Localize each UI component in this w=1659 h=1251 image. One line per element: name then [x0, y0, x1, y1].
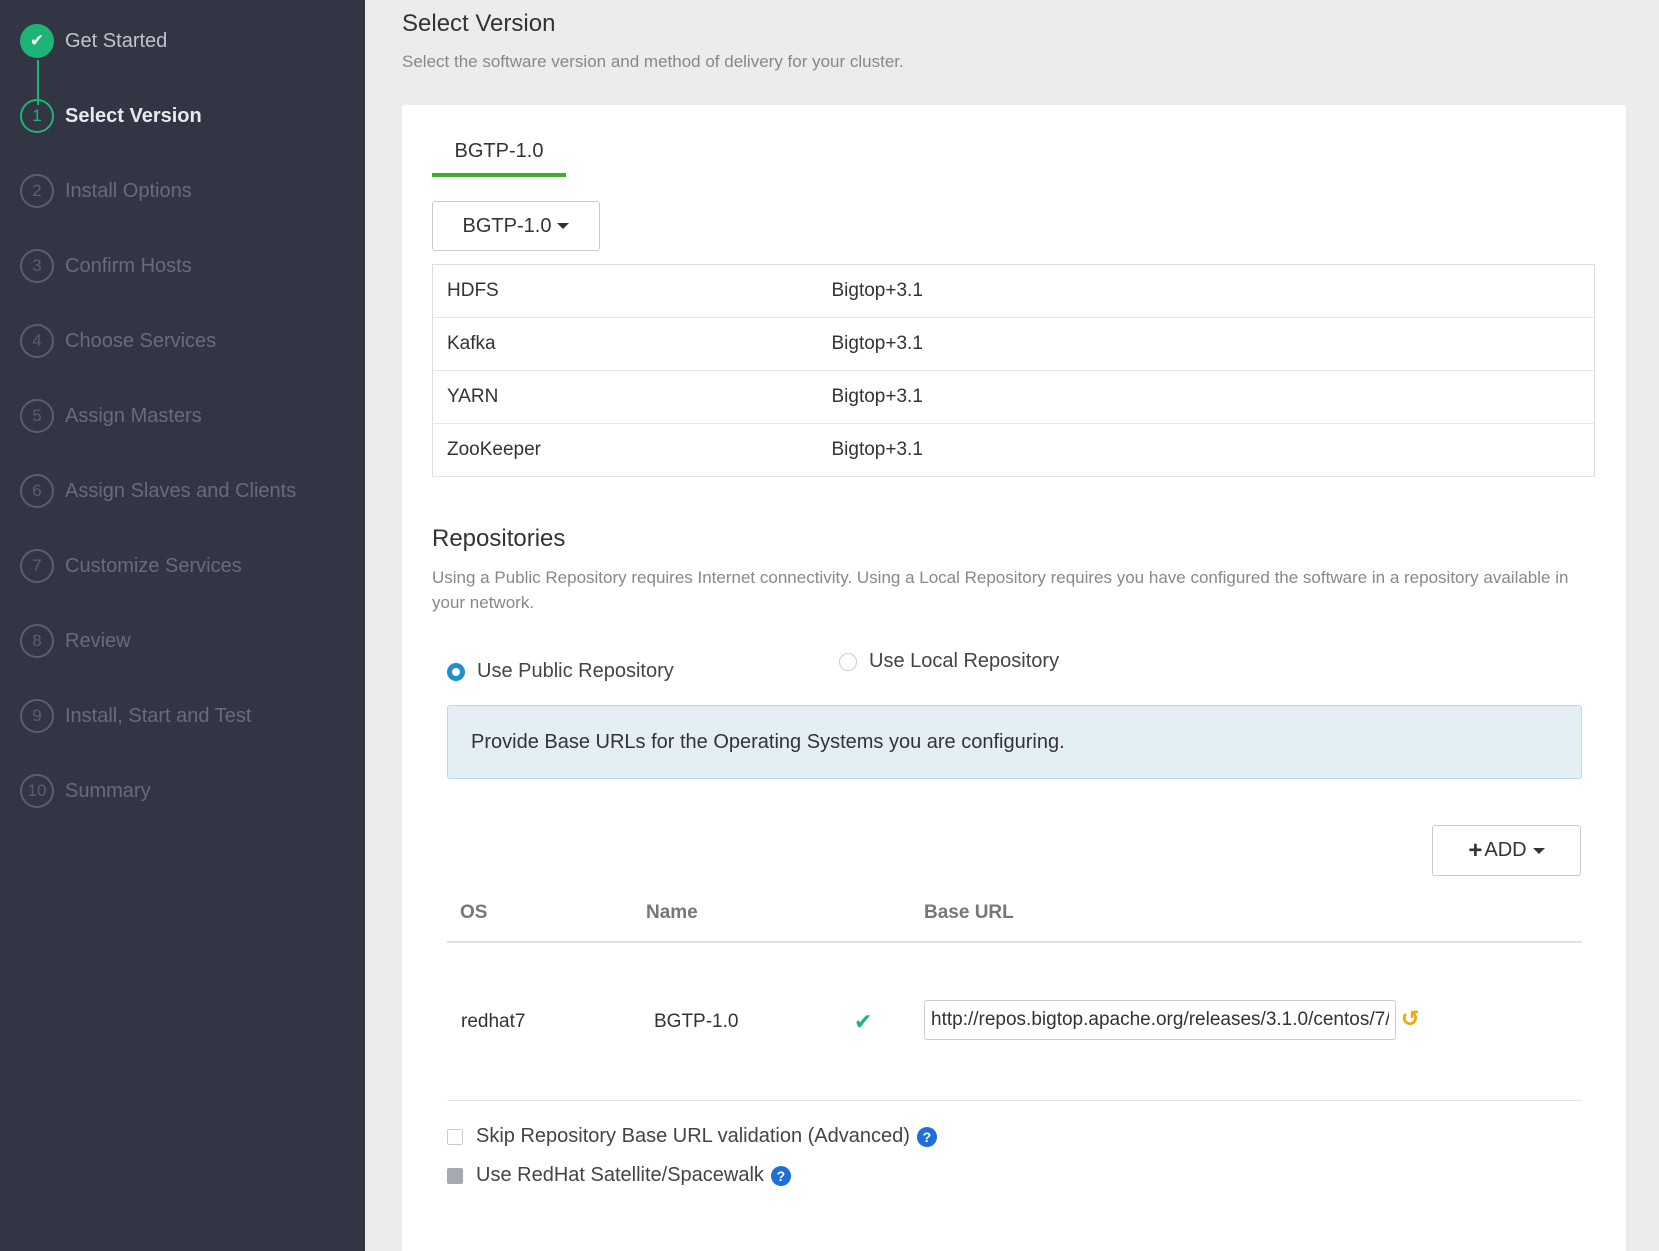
- step-assign-masters: 5 Assign Masters: [20, 396, 202, 436]
- local-repository-radio[interactable]: Use Local Repository: [839, 650, 1059, 673]
- step-label: Install, Start and Test: [65, 704, 252, 727]
- table-row: Kafka Bigtop+3.1: [432, 317, 1595, 371]
- base-url-input[interactable]: [924, 1000, 1396, 1040]
- public-repository-radio[interactable]: Use Public Repository: [447, 660, 674, 683]
- page-title: Select Version: [402, 10, 556, 37]
- radio-label: Use Public Repository: [477, 660, 674, 682]
- step-number: 7: [20, 549, 54, 583]
- table-row: ZooKeeper Bigtop+3.1: [432, 423, 1595, 477]
- step-number: 4: [20, 324, 54, 358]
- tab-version[interactable]: BGTP-1.0: [432, 135, 566, 177]
- column-header-name: Name: [646, 902, 698, 923]
- step-select-version[interactable]: 1 Select Version: [20, 96, 202, 136]
- step-number: 1: [20, 99, 54, 133]
- repositories-title: Repositories: [432, 525, 566, 552]
- row-divider: [447, 1100, 1582, 1101]
- help-icon[interactable]: ?: [770, 1165, 791, 1186]
- service-version: Bigtop+3.1: [817, 423, 1595, 477]
- stack-services-table: HDFS Bigtop+3.1 Kafka Bigtop+3.1 YARN Bi…: [432, 264, 1595, 477]
- radio-unselected-icon: [839, 652, 857, 671]
- plus-icon: +: [1468, 836, 1483, 864]
- step-label: Choose Services: [65, 329, 217, 352]
- step-get-started[interactable]: ✔ Get Started: [20, 21, 167, 61]
- version-card: BGTP-1.0 BGTP-1.0 HDFS Bigtop+3.1 Kafka …: [402, 105, 1626, 1251]
- version-dropdown[interactable]: BGTP-1.0: [432, 201, 600, 251]
- service-version: Bigtop+3.1: [817, 317, 1595, 371]
- undo-icon[interactable]: ↺: [1401, 1006, 1419, 1032]
- service-name: HDFS: [432, 264, 818, 318]
- radio-selected-icon: [447, 662, 465, 681]
- column-header-os: OS: [460, 902, 488, 923]
- info-alert: Provide Base URLs for the Operating Syst…: [447, 705, 1582, 779]
- checkbox-label: Use RedHat Satellite/Spacewalk: [476, 1164, 764, 1186]
- step-label: Select Version: [65, 104, 202, 127]
- service-name: Kafka: [432, 317, 818, 371]
- satellite-checkbox[interactable]: Use RedHat Satellite/Spacewalk ?: [447, 1164, 791, 1187]
- step-confirm-hosts: 3 Confirm Hosts: [20, 246, 192, 286]
- step-number: 6: [20, 474, 54, 508]
- caret-down-icon: [557, 223, 570, 229]
- step-label: Summary: [65, 779, 151, 802]
- step-number: 5: [20, 399, 54, 433]
- step-label: Review: [65, 629, 131, 652]
- dropdown-value: BGTP-1.0: [462, 214, 552, 237]
- step-number: 2: [20, 174, 54, 208]
- check-icon: ✔: [20, 24, 54, 58]
- step-label: Assign Slaves and Clients: [65, 479, 297, 502]
- step-number: 3: [20, 249, 54, 283]
- checkbox-label: Skip Repository Base URL validation (Adv…: [476, 1125, 910, 1147]
- table-row: HDFS Bigtop+3.1: [432, 264, 1595, 318]
- checkbox-box: [447, 1128, 463, 1145]
- step-summary: 10 Summary: [20, 771, 151, 811]
- service-version: Bigtop+3.1: [817, 264, 1595, 318]
- step-label: Confirm Hosts: [65, 254, 192, 277]
- step-install-options: 2 Install Options: [20, 171, 192, 211]
- add-label: ADD: [1484, 839, 1527, 861]
- caret-down-icon: [1532, 847, 1545, 854]
- column-header-base-url: Base URL: [924, 902, 1014, 923]
- repo-name: BGTP-1.0: [654, 1011, 739, 1032]
- checkbox-box: [447, 1167, 463, 1184]
- table-row: YARN Bigtop+3.1: [432, 370, 1595, 424]
- service-name: YARN: [432, 370, 818, 424]
- repositories-description: Using a Public Repository requires Inter…: [432, 568, 1569, 612]
- help-icon[interactable]: ?: [916, 1126, 937, 1147]
- step-assign-slaves: 6 Assign Slaves and Clients: [20, 471, 296, 511]
- check-icon: ✔: [854, 1009, 873, 1034]
- step-label: Assign Masters: [65, 404, 202, 427]
- skip-validation-checkbox[interactable]: Skip Repository Base URL validation (Adv…: [447, 1125, 937, 1148]
- step-label: Install Options: [65, 179, 192, 202]
- step-install-start-test: 9 Install, Start and Test: [20, 696, 251, 736]
- step-review: 8 Review: [20, 621, 131, 661]
- service-name: ZooKeeper: [432, 423, 818, 477]
- step-number: 8: [20, 624, 54, 658]
- radio-label: Use Local Repository: [869, 650, 1060, 672]
- step-number: 10: [20, 774, 54, 808]
- step-choose-services: 4 Choose Services: [20, 321, 216, 361]
- page-subtitle: Select the software version and method o…: [402, 52, 904, 71]
- service-version: Bigtop+3.1: [817, 370, 1595, 424]
- step-label: Customize Services: [65, 554, 242, 577]
- step-label: Get Started: [65, 29, 168, 52]
- step-customize-services: 7 Customize Services: [20, 546, 242, 586]
- repo-os: redhat7: [461, 1011, 526, 1032]
- wizard-sidebar: ✔ Get Started 1 Select Version 2 Install…: [0, 0, 365, 1251]
- add-os-button[interactable]: + ADD: [1432, 825, 1581, 876]
- step-number: 9: [20, 699, 54, 733]
- table-header-divider: [447, 941, 1582, 943]
